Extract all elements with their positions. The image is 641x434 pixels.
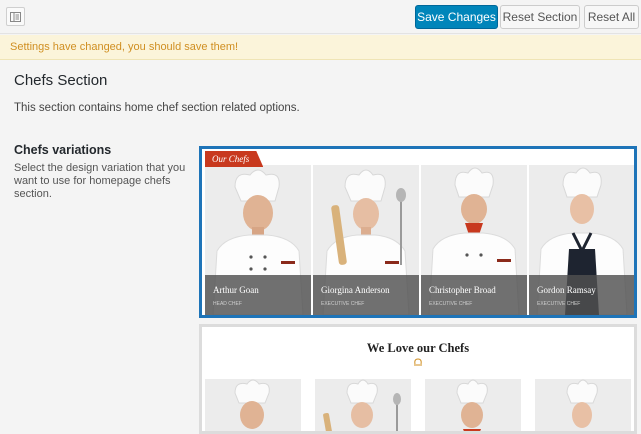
reset-section-button[interactable]: Reset Section — [500, 5, 580, 29]
variation-title: We Love our Chefs — [366, 341, 470, 355]
chef-role: EXECUTIVE CHEF — [321, 301, 365, 307]
save-changes-button[interactable]: Save Changes — [415, 5, 498, 29]
chef-card — [535, 379, 631, 431]
chef-card: Christopher Broad EXECUTIVE CHEF — [421, 165, 527, 315]
chef-hat-icon — [414, 358, 422, 366]
chef-photo — [456, 379, 488, 431]
chef-caption: Gordon Ramsay EXECUTIVE CHEF — [529, 275, 634, 315]
admin-toolbar: Save Changes Reset Section Reset All — [0, 0, 641, 34]
chef-caption: Christopher Broad EXECUTIVE CHEF — [421, 275, 527, 315]
chef-role: HEAD CHEF — [213, 301, 242, 307]
chef-photo — [566, 379, 598, 428]
chef-name: Christopher Broad — [429, 285, 496, 295]
chef-caption: Giorgina Anderson EXECUTIVE CHEF — [313, 275, 419, 315]
panel-toggle-button[interactable] — [6, 7, 25, 26]
chef-card — [425, 379, 521, 431]
chefs-variation-1-option[interactable]: Our Chefs Arthur Goan HEAD CHEF Giorgina… — [199, 146, 637, 318]
chef-caption: Arthur Goan HEAD CHEF — [205, 275, 311, 315]
page-title: Chefs Section — [14, 72, 108, 89]
chef-card: Gordon Ramsay EXECUTIVE CHEF — [529, 165, 634, 315]
chef-role: EXECUTIVE CHEF — [537, 301, 581, 307]
chef-name: Arthur Goan — [213, 285, 259, 295]
chef-card: Arthur Goan HEAD CHEF — [205, 165, 311, 315]
field-title: Chefs variations — [14, 143, 112, 157]
chefs-preview-row — [205, 379, 634, 431]
chef-photo — [234, 379, 270, 429]
chef-card: Giorgina Anderson EXECUTIVE CHEF — [313, 165, 419, 315]
layout-icon — [10, 12, 21, 22]
section-description: This section contains home chef section … — [14, 102, 300, 114]
variation-tag: Our Chefs — [205, 151, 264, 167]
unsaved-changes-notice: Settings have changed, you should save t… — [0, 35, 641, 60]
chef-card — [205, 379, 301, 431]
chef-name: Giorgina Anderson — [321, 285, 390, 295]
reset-all-button[interactable]: Reset All — [584, 5, 639, 29]
chef-photo — [323, 379, 401, 431]
chefs-preview-row: Arthur Goan HEAD CHEF Giorgina Anderson … — [205, 165, 634, 315]
chef-card — [315, 379, 411, 431]
chef-name: Gordon Ramsay — [537, 285, 596, 295]
chef-role: EXECUTIVE CHEF — [429, 301, 473, 307]
field-description: Select the design variation that you wan… — [14, 162, 186, 200]
chefs-variation-2-option[interactable]: We Love our Chefs — [199, 324, 637, 434]
